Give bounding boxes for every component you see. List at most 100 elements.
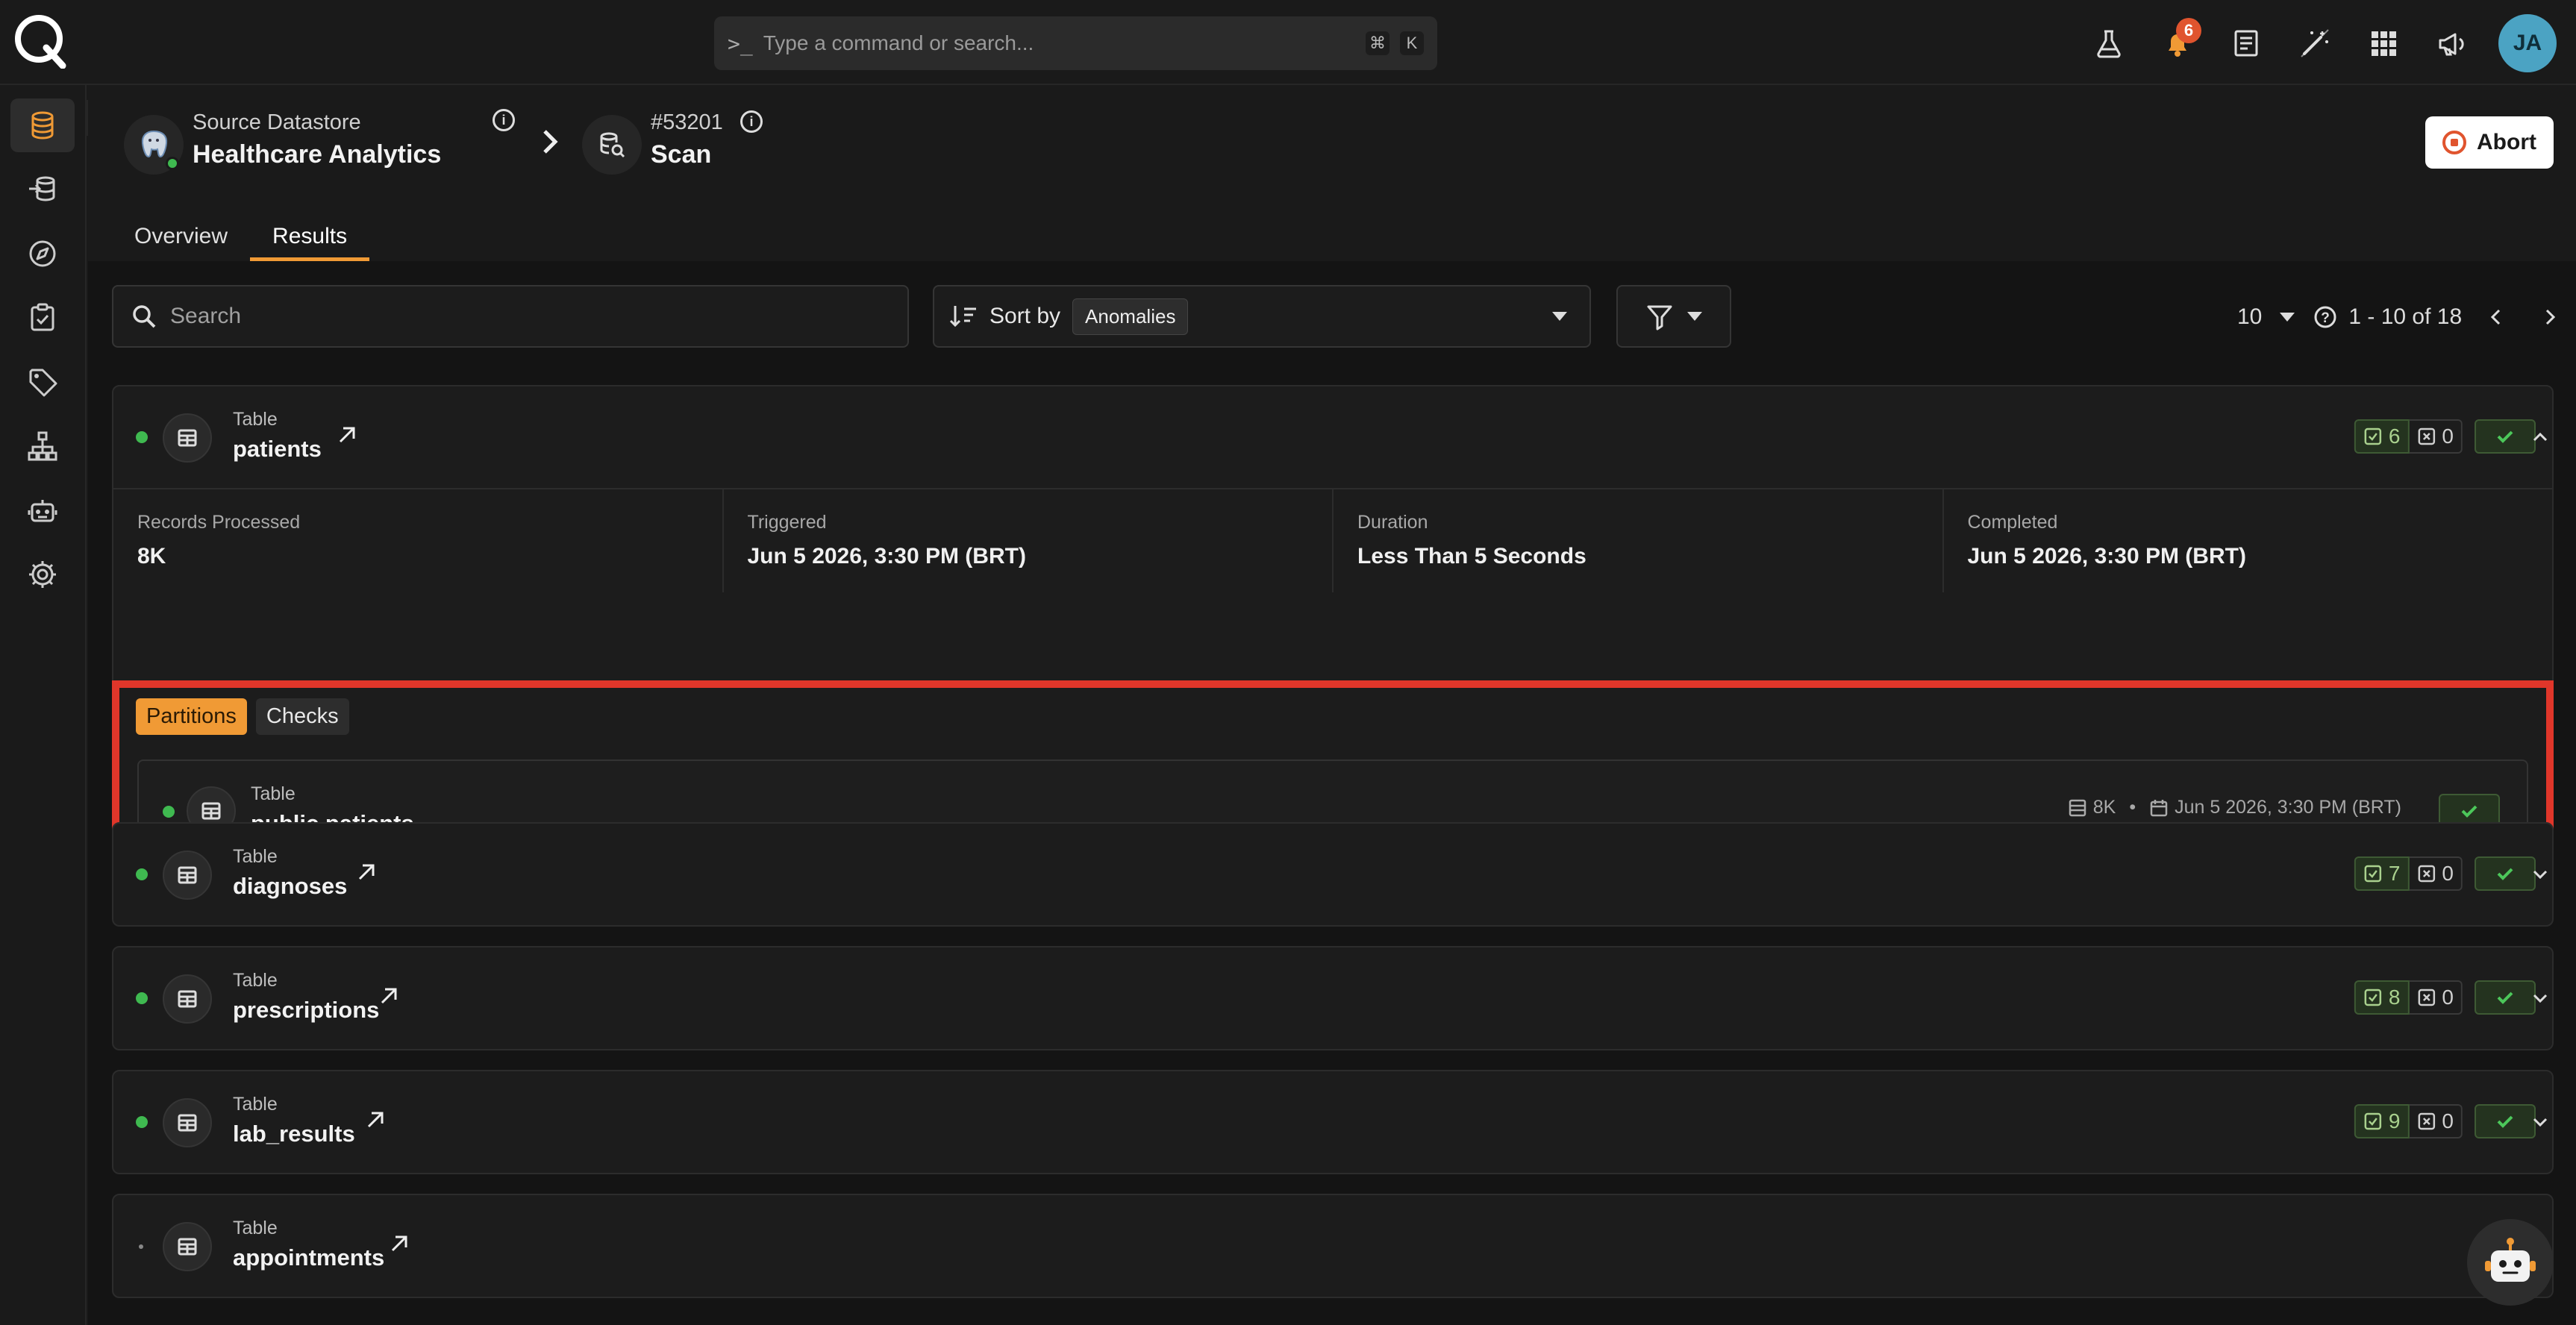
document-icon[interactable] — [2224, 21, 2269, 66]
chevron-up-icon[interactable] — [2528, 425, 2552, 449]
check-square-icon — [2364, 865, 2382, 883]
abort-label: Abort — [2477, 130, 2536, 154]
datastore-icon[interactable] — [10, 98, 75, 152]
passed-count: 6 — [2354, 419, 2410, 454]
sort-icon — [949, 306, 976, 328]
page-size-select[interactable]: 10 — [2237, 304, 2262, 330]
table-row[interactable]: Table lab_results 9 0 — [113, 1071, 2552, 1173]
command-search-placeholder: Type a command or search... — [763, 31, 1034, 54]
sort-select[interactable]: Sort by Anomalies — [933, 285, 1591, 348]
table-row[interactable]: Table prescriptions 8 0 — [113, 947, 2552, 1049]
check-square-icon — [2364, 427, 2382, 445]
failed-count: 0 — [2409, 419, 2463, 454]
records-icon — [2069, 799, 2086, 816]
status-dot — [163, 806, 175, 818]
robot-icon[interactable] — [10, 483, 75, 537]
tags-icon[interactable] — [10, 355, 75, 409]
abort-button[interactable]: Abort — [2425, 116, 2554, 169]
separator: • — [2129, 797, 2136, 818]
status-dot — [136, 1116, 148, 1128]
status-dot — [136, 431, 148, 443]
x-square-icon — [2418, 1112, 2435, 1130]
table-card-lab-results: Table lab_results 9 0 — [112, 1070, 2554, 1174]
bell-icon[interactable]: 6 — [2155, 18, 2201, 66]
partition-meta: 8K • Jun 5 2026, 3:30 PM (BRT) — [2068, 797, 2401, 818]
flows-icon[interactable] — [10, 163, 75, 216]
table-type-label: Table — [233, 1094, 278, 1115]
scan-stats: Records Processed 8K Triggered Jun 5 2026,… — [113, 488, 2552, 592]
failed-count: 0 — [2409, 856, 2463, 891]
table-row[interactable]: Table patients 6 0 — [113, 386, 2552, 488]
passed-status-button[interactable] — [2475, 419, 2536, 454]
caret-down-icon — [1552, 312, 1567, 321]
breadcrumb-chevron-icon — [543, 130, 558, 154]
partition-timestamp: Jun 5 2026, 3:30 PM (BRT) — [2175, 797, 2401, 818]
checks-icon[interactable] — [10, 291, 75, 345]
postgres-icon — [124, 115, 184, 175]
passed-status-button[interactable] — [2475, 1104, 2536, 1138]
results-content: Search Sort by Anomalies 10 ? 1 - 10 of … — [88, 261, 2576, 1325]
settings-icon[interactable] — [10, 548, 75, 601]
shortcut-key-k: K — [1400, 31, 1424, 55]
chevron-left-icon[interactable] — [2486, 307, 2507, 328]
hierarchy-icon[interactable] — [10, 419, 75, 473]
explore-icon[interactable] — [10, 227, 75, 281]
breadcrumb-source-label: Source Datastore — [193, 110, 361, 134]
magic-wand-icon[interactable] — [2292, 21, 2337, 66]
app-logo-icon[interactable] — [12, 12, 69, 69]
check-square-icon — [2364, 1112, 2382, 1130]
external-link-icon[interactable] — [387, 1231, 412, 1256]
checkmark-icon — [2497, 430, 2513, 443]
checkmark-icon — [2461, 805, 2477, 818]
megaphone-icon[interactable] — [2430, 21, 2475, 66]
help-icon[interactable]: ? — [2313, 304, 2338, 330]
command-search[interactable]: >_ Type a command or search... ⌘ K — [714, 16, 1437, 70]
user-avatar[interactable]: JA — [2498, 14, 2557, 72]
table-row[interactable]: Table diagnoses 7 0 — [113, 824, 2552, 925]
check-counts: 8 0 — [2354, 980, 2463, 1015]
flask-icon[interactable] — [2086, 21, 2131, 66]
chevron-down-icon[interactable] — [2528, 862, 2552, 886]
passed-status-button[interactable] — [2475, 856, 2536, 891]
apps-grid-icon[interactable] — [2361, 21, 2406, 66]
notification-badge: 6 — [2176, 18, 2201, 43]
external-link-icon[interactable] — [376, 983, 401, 1009]
scan-info-icon[interactable]: i — [740, 110, 763, 133]
chevron-down-icon[interactable] — [2528, 986, 2552, 1010]
partition-records: 8K — [2092, 797, 2116, 818]
passed-status-button[interactable] — [2475, 980, 2536, 1015]
main-panel: Source Datastore i Healthcare Analytics … — [88, 85, 2576, 1325]
table-row[interactable]: Table appointments — [113, 1195, 2552, 1297]
passed-count: 8 — [2354, 980, 2410, 1015]
table-icon — [163, 974, 212, 1024]
failed-count: 0 — [2409, 1104, 2463, 1138]
tab-results[interactable]: Results — [250, 212, 370, 261]
top-bar: >_ Type a command or search... ⌘ K 6 JA — [0, 0, 2576, 85]
filter-button[interactable] — [1616, 285, 1731, 348]
external-link-icon[interactable] — [363, 1107, 388, 1133]
stat-completed: Completed Jun 5 2026, 3:30 PM (BRT) — [1967, 512, 2246, 568]
x-square-icon — [2418, 427, 2435, 445]
x-square-icon — [2418, 989, 2435, 1006]
tab-overview[interactable]: Overview — [134, 212, 250, 261]
sort-label: Sort by — [990, 304, 1061, 328]
chevron-down-icon[interactable] — [2528, 1110, 2552, 1134]
caret-down-icon[interactable] — [2280, 313, 2295, 322]
assistant-bot-button[interactable] — [2467, 1219, 2554, 1306]
external-link-icon[interactable] — [334, 422, 360, 448]
caret-down-icon — [1687, 312, 1702, 321]
breadcrumb-source-name[interactable]: Healthcare Analytics — [193, 140, 441, 169]
subtab-partitions[interactable]: Partitions — [136, 698, 247, 735]
table-type-label: Table — [233, 1218, 278, 1238]
status-dot — [139, 1244, 143, 1249]
external-link-icon[interactable] — [354, 859, 379, 885]
sort-value-chip: Anomalies — [1072, 298, 1189, 335]
chevron-right-icon[interactable] — [2539, 307, 2560, 328]
shortcut-key-cmd: ⌘ — [1366, 31, 1389, 55]
search-input[interactable]: Search — [112, 285, 909, 348]
top-actions: 6 JA — [2086, 14, 2576, 72]
table-name: patients — [233, 436, 322, 462]
info-icon[interactable]: i — [493, 109, 515, 131]
subtab-checks[interactable]: Checks — [255, 698, 349, 735]
check-counts: 7 0 — [2354, 856, 2463, 891]
